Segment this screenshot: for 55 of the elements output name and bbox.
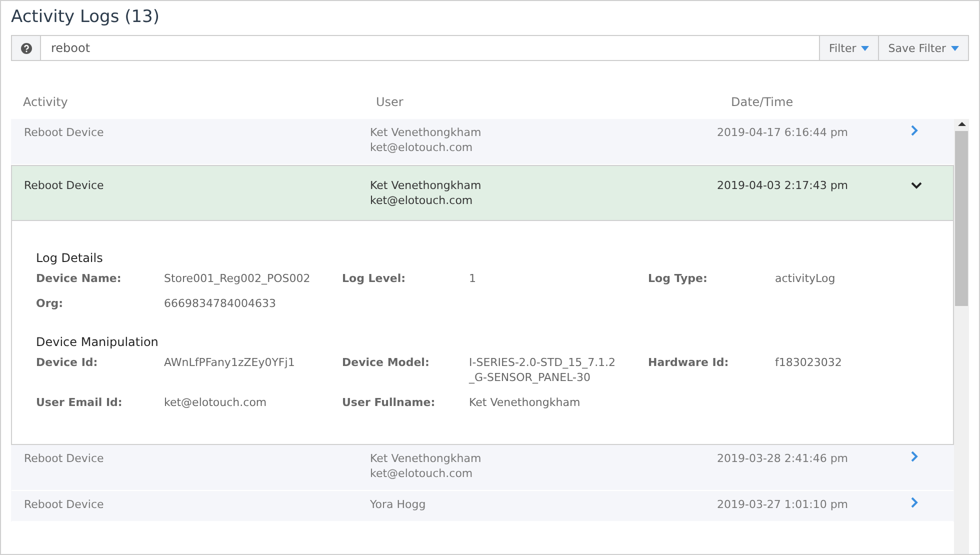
user-name: Ket Venethongkham (370, 451, 482, 466)
field-value: f183023032 (775, 355, 843, 371)
log-row[interactable]: Reboot Device Ket Venethongkham ket@elotouch.com 2019-04-03 2:17:43 pm (11, 165, 954, 221)
activity-text: Reboot Device (24, 178, 105, 194)
field-label: User Fullname: (342, 395, 436, 410)
field-value: AWnLfPFany1zZEy0YFj1 (164, 355, 296, 371)
date-time: 2019-04-17 6:16:44 pm (717, 125, 850, 141)
field-label: Log Level: (342, 271, 407, 286)
activity-text: Reboot Device (24, 451, 105, 467)
field-value: Store001_Reg002_POS002 (164, 271, 312, 286)
field-label: Device Name: (36, 271, 122, 286)
dropdown-button[interactable]: Save Filter (879, 35, 969, 61)
scrollbar[interactable] (954, 119, 969, 554)
caret-icon (861, 46, 870, 50)
field-value: 1 (469, 271, 477, 286)
caret-icon (951, 46, 959, 50)
field-value: ket@elotouch.com (164, 395, 268, 410)
scroll-up-icon[interactable] (958, 119, 966, 129)
column-header: Date/Time (731, 95, 794, 109)
field-label: Device Id: (36, 355, 99, 371)
field-value: Ket Venethongkham (469, 395, 582, 410)
activity-text: Reboot Device (24, 497, 105, 512)
user-email: ket@elotouch.com (370, 140, 474, 155)
column-header: User (376, 95, 404, 109)
column-header: Activity (23, 95, 69, 109)
search-field[interactable]: reboot (41, 35, 820, 61)
field-label: Device Model: (342, 355, 430, 371)
date-time: 2019-03-28 2:41:46 pm (717, 451, 850, 467)
field-label: User Email Id: (36, 395, 124, 410)
user-email: ket@elotouch.com (370, 466, 474, 481)
section-title: Log Details (36, 251, 104, 265)
field-value: I-SERIES-2.0-STD_15_7.1.2 _G-SENSOR_PANEL-30 (469, 355, 617, 385)
field-value: activityLog (775, 271, 836, 286)
user-name: Ket Venethongkham (370, 178, 482, 193)
user-name: Yora Hogg (370, 497, 427, 512)
date-time: 2019-03-27 1:01:10 pm (717, 497, 850, 512)
field-label: Org: (36, 296, 64, 311)
page-title: Activity Logs (13) (11, 7, 161, 27)
user-email: ket@elotouch.com (370, 193, 474, 208)
dropdown-button[interactable]: Filter (820, 35, 880, 61)
field-label: Hardware Id: (648, 355, 730, 371)
log-row[interactable]: Reboot Device Yora Hogg 2019-03-27 1:01:10 pm (11, 491, 954, 522)
field-label: Log Type: (648, 271, 708, 286)
chevron-right-icon[interactable] (911, 497, 918, 508)
activity-text: Reboot Device (24, 125, 105, 141)
log-row[interactable]: Reboot Device Ket Venethongkham ket@elotouch.com 2019-03-28 2:41:46 pm (11, 445, 954, 491)
user-name: Ket Venethongkham (370, 125, 482, 140)
field-value: 6669834784004633 (164, 296, 277, 311)
log-row[interactable]: Reboot Device Ket Venethongkham ket@elotouch.com 2019-04-17 6:16:44 pm (11, 119, 954, 165)
date-time: 2019-04-03 2:17:43 pm (717, 178, 850, 194)
chevron-down-icon[interactable] (911, 182, 922, 189)
chevron-right-icon[interactable] (911, 451, 918, 462)
section-title: Device Manipulation (36, 335, 160, 349)
chevron-right-icon[interactable] (911, 125, 918, 136)
help-icon[interactable] (20, 42, 32, 54)
